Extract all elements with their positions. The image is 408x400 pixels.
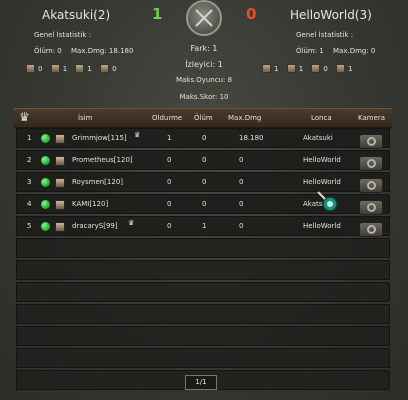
row-number: 5 xyxy=(27,222,32,230)
team-left-name: Akatsuki(2) xyxy=(42,8,111,22)
table-row xyxy=(16,326,390,346)
deaths-value: 1 xyxy=(202,222,207,230)
row-number: 4 xyxy=(27,200,32,208)
team-left-max-dmg: Max.Dmg: 18.180 xyxy=(71,47,134,55)
sura-class-icon xyxy=(311,64,321,73)
guild-war-emblem-icon xyxy=(186,0,222,36)
table-row xyxy=(16,304,390,324)
ninja-class-icon xyxy=(50,64,60,73)
header-deaths: Ölüm xyxy=(194,114,213,122)
team-left-classes: 0 1 1 0 xyxy=(26,64,117,75)
crown-icon: ♛ xyxy=(134,131,141,139)
row-number: 3 xyxy=(27,178,32,186)
max-dmg-value: 0 xyxy=(239,200,244,208)
ninja-class-icon xyxy=(286,64,296,73)
online-status-icon xyxy=(41,222,50,231)
crown-icon: ♛ xyxy=(19,110,30,124)
shaman-class-icon xyxy=(336,64,346,73)
player-avatar-icon xyxy=(55,134,65,144)
player-name: Grimmjow[115] xyxy=(72,134,127,142)
deaths-value: 0 xyxy=(202,156,207,164)
header-name: İsim xyxy=(78,114,93,122)
warrior-class-icon xyxy=(262,64,271,73)
shaman-class-icon xyxy=(100,64,110,73)
player-avatar-icon xyxy=(55,156,65,166)
deaths-value: 0 xyxy=(202,200,207,208)
header-camera: Kamera xyxy=(358,114,386,122)
score-difference: Fark: 1 xyxy=(190,44,218,53)
guild-name: Akatsuki xyxy=(303,134,333,142)
team-left-stats-title: Genel İstatistik : xyxy=(34,31,92,39)
sura-class-icon xyxy=(75,64,85,73)
team-left-deaths: Ölüm: 0 xyxy=(34,47,62,55)
max-dmg-value: 0 xyxy=(239,178,244,186)
mouse-cursor-icon xyxy=(317,191,338,212)
team-right-max-dmg: Max.Dmg: 0 xyxy=(333,47,376,55)
deaths-value: 0 xyxy=(202,178,207,186)
header-guild: Lonca xyxy=(311,114,332,122)
spectator-count: İzleyici: 1 xyxy=(185,60,223,69)
crown-icon: ♛ xyxy=(128,219,135,227)
team-right-name: HelloWorld(3) xyxy=(290,8,372,22)
team-right-stats-title: Genel İstatistik : xyxy=(296,31,354,39)
table-row[interactable]: 3 Roysmen[120] 0 0 0 HelloWorld xyxy=(16,172,390,193)
team-right-classes: 1 1 0 1 xyxy=(262,64,353,75)
table-row xyxy=(16,260,390,280)
guild-name: HelloWorld xyxy=(303,156,341,164)
online-status-icon xyxy=(41,178,50,187)
max-score: Maks.Skor: 10 xyxy=(179,93,229,101)
camera-button[interactable] xyxy=(359,134,383,149)
max-players: Maks.Oyuncu: 8 xyxy=(175,76,233,84)
page-indicator[interactable]: 1/1 xyxy=(185,375,217,390)
camera-button[interactable] xyxy=(359,178,383,193)
header-kills: Oldurme xyxy=(152,114,183,122)
table-row[interactable]: 2 Prometheus[120] 0 0 0 HelloWorld xyxy=(16,150,390,171)
kills-value: 1 xyxy=(167,134,172,142)
row-number: 2 xyxy=(27,156,32,164)
table-row xyxy=(16,238,390,258)
player-name: dracaryS[99] xyxy=(72,222,118,230)
kills-value: 0 xyxy=(167,156,172,164)
table-header: ♛ İsim Oldurme Ölüm Max.Dmg Lonca Kamera xyxy=(14,108,392,128)
table-row xyxy=(16,348,390,368)
player-name: KAMI[120] xyxy=(72,200,109,208)
camera-button[interactable] xyxy=(359,156,383,171)
deaths-value: 0 xyxy=(202,134,207,142)
player-avatar-icon xyxy=(55,222,65,232)
kills-value: 0 xyxy=(167,200,172,208)
max-dmg-value: 0 xyxy=(239,156,244,164)
guild-name: HelloWorld xyxy=(303,178,341,186)
team-right-deaths: Ölüm: 1 xyxy=(296,47,324,55)
team-left-score: 1 xyxy=(152,5,163,23)
warrior-class-icon xyxy=(26,64,35,73)
max-dmg-value: 18.180 xyxy=(239,134,264,142)
kills-value: 0 xyxy=(167,222,172,230)
guild-name: HelloWorld xyxy=(303,222,341,230)
online-status-icon xyxy=(41,200,50,209)
online-status-icon xyxy=(41,156,50,165)
row-number: 1 xyxy=(27,134,32,142)
table-row xyxy=(16,282,390,302)
player-name: Prometheus[120] xyxy=(72,156,133,164)
table-row[interactable]: 5 dracaryS[99] ♛ 0 1 0 HelloWorld xyxy=(16,216,390,237)
header-max-dmg: Max.Dmg xyxy=(228,114,262,122)
player-avatar-icon xyxy=(55,178,65,188)
team-right-score: 0 xyxy=(246,5,257,23)
online-status-icon xyxy=(41,134,50,143)
kills-value: 0 xyxy=(167,178,172,186)
player-name: Roysmen[120] xyxy=(72,178,124,186)
table-row[interactable]: 1 Grimmjow[115] ♛ 1 0 18.180 Akatsuki xyxy=(16,128,390,149)
player-avatar-icon xyxy=(55,200,65,210)
max-dmg-value: 0 xyxy=(239,222,244,230)
camera-button[interactable] xyxy=(359,200,383,215)
camera-button[interactable] xyxy=(359,222,383,237)
